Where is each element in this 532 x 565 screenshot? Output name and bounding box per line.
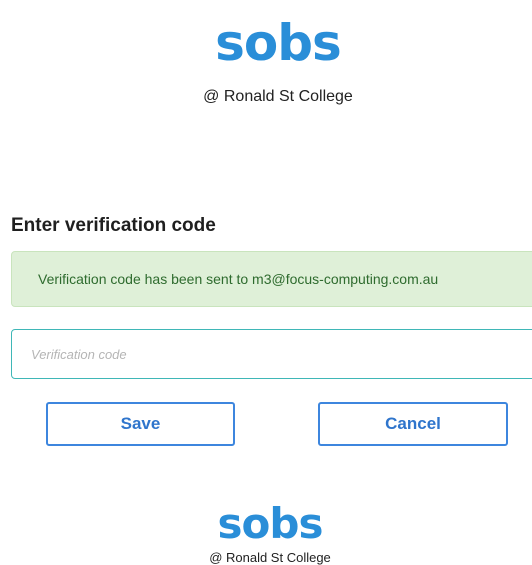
verification-page: sobs @ Ronald St College Enter verificat… (0, 0, 532, 565)
page-title: Enter verification code (11, 215, 216, 236)
cancel-button[interactable]: Cancel (318, 402, 508, 446)
success-alert: Verification code has been sent to m3@fo… (11, 251, 532, 307)
save-button[interactable]: Save (46, 402, 235, 446)
footer-sobs-logo: sobs (217, 499, 324, 548)
sobs-logo: sobs (215, 14, 342, 72)
footer-college-subtitle: @ Ronald St College (209, 550, 331, 565)
college-subtitle: @ Ronald St College (203, 88, 353, 105)
verification-code-input[interactable] (11, 329, 532, 379)
